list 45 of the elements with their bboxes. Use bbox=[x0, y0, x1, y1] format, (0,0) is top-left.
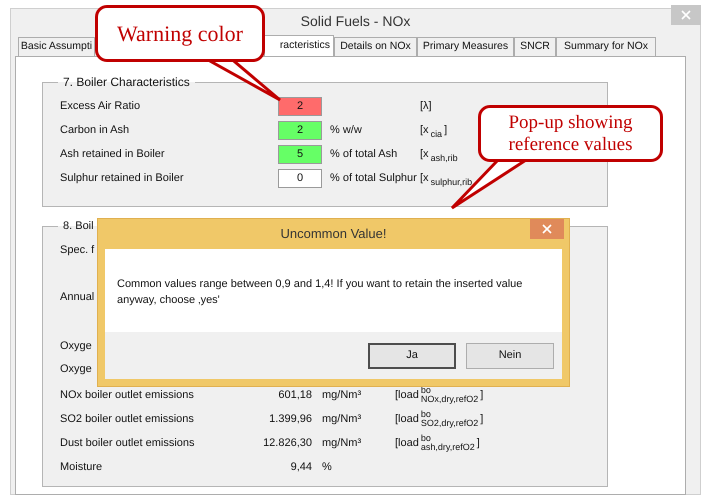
tab[interactable]: SNCR bbox=[514, 37, 556, 56]
dialog-message: Common values range between 0,9 and 1,4! If you want to retain the inserted value anyway, choose ‚yes' bbox=[117, 277, 524, 308]
window-title: Solid Fuels - NOx bbox=[300, 12, 410, 31]
field-label: NOx boiler outlet emissions bbox=[60, 388, 195, 403]
tab[interactable]: Primary Measures bbox=[417, 37, 514, 56]
close-button[interactable] bbox=[530, 219, 564, 239]
group-title: 8. Boil bbox=[62, 219, 95, 233]
dialog-button[interactable]: Ja bbox=[368, 342, 456, 368]
input-field[interactable]: 2 bbox=[278, 96, 322, 116]
value-text: 9,44 bbox=[290, 460, 312, 475]
input-field[interactable]: 5 bbox=[278, 144, 322, 164]
field-label: Sulphur retained in Boiler bbox=[60, 170, 185, 186]
tab[interactable]: racteristics bbox=[264, 35, 334, 56]
unit-label: % of total Ash bbox=[330, 146, 398, 162]
unit-label: % of total Sulphur bbox=[330, 170, 417, 186]
unit-symbol: [λ] bbox=[420, 98, 432, 114]
field-label: Annual bbox=[60, 290, 94, 305]
value-text: 1.399,96 bbox=[268, 412, 312, 427]
field-label: Excess Air Ratio bbox=[60, 98, 142, 114]
close-button[interactable] bbox=[671, 5, 701, 25]
unit-label: % w/w bbox=[330, 122, 362, 138]
field-label: Carbon in Ash bbox=[60, 122, 130, 138]
group-title: 7. Boiler Characteristics bbox=[62, 75, 191, 89]
unit-label: mg/Nm³ bbox=[322, 436, 362, 451]
tab[interactable]: Summary for NOx bbox=[556, 37, 656, 56]
tab[interactable]: Basic Assumpti bbox=[18, 37, 95, 56]
unit-label: mg/Nm³ bbox=[322, 412, 362, 427]
input-field[interactable]: 2 bbox=[278, 120, 322, 140]
field-label: Ash retained in Boiler bbox=[60, 146, 166, 162]
value-text: 601,18 bbox=[277, 388, 312, 403]
field-label: SO2 boiler outlet emissions bbox=[60, 412, 195, 427]
field-label: Spec. f bbox=[60, 243, 94, 258]
dialog-button[interactable]: Nein bbox=[466, 342, 554, 368]
close-icon bbox=[542, 224, 552, 234]
field-label: Oxyge bbox=[60, 362, 92, 377]
field-label: Dust boiler outlet emissions bbox=[60, 436, 196, 451]
unit-label: mg/Nm³ bbox=[322, 388, 362, 403]
dialog-title: Uncommon Value! bbox=[280, 225, 386, 244]
unit-label: % bbox=[322, 460, 333, 475]
close-icon bbox=[681, 10, 691, 20]
tab[interactable]: Details on NOx bbox=[334, 37, 417, 56]
input-field[interactable]: 0 bbox=[278, 168, 322, 188]
field-label: Oxyge bbox=[60, 339, 92, 354]
value-text: 12.826,30 bbox=[262, 436, 312, 451]
field-label: Moisture bbox=[60, 460, 104, 475]
